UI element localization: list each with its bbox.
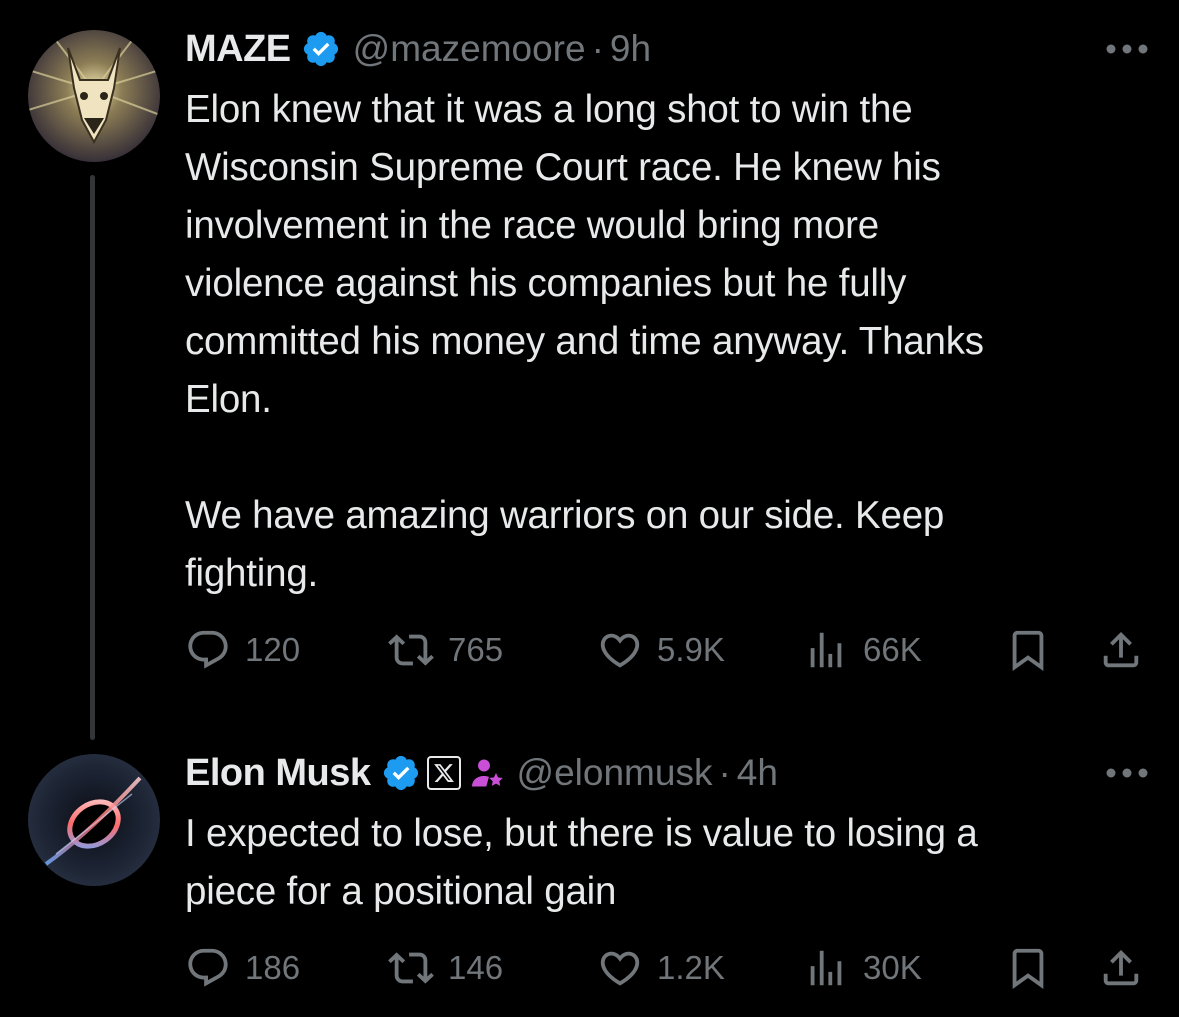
reply-icon bbox=[185, 945, 231, 991]
like-count: 5.9K bbox=[657, 631, 725, 668]
handle[interactable]: @elonmusk bbox=[517, 752, 713, 794]
separator-dot: · bbox=[591, 28, 604, 69]
reply-count: 186 bbox=[245, 949, 301, 986]
views-count: 30K bbox=[863, 949, 922, 986]
like-button[interactable]: 1.2K bbox=[597, 943, 725, 993]
handle[interactable]: @mazemoore bbox=[353, 28, 586, 70]
like-icon bbox=[597, 945, 643, 991]
tweet-text: I expected to lose, but there is value t… bbox=[185, 812, 978, 913]
tweet-text: Elon knew that it was a long shot to win… bbox=[185, 88, 984, 595]
like-button[interactable]: 5.9K bbox=[597, 625, 725, 675]
more-icon[interactable] bbox=[1105, 766, 1149, 778]
tweet-mazemoore[interactable]: MAZE @mazemoore · 9h Elon knew that it w… bbox=[0, 0, 1179, 740]
like-count: 1.2K bbox=[657, 949, 725, 986]
tweet-header: Elon Musk @elonmusk · 4h bbox=[185, 745, 778, 801]
bookmark-icon bbox=[1005, 627, 1051, 673]
retweet-count: 146 bbox=[448, 949, 504, 986]
avatar[interactable] bbox=[28, 754, 160, 886]
display-name[interactable]: Elon Musk bbox=[185, 752, 371, 795]
share-icon bbox=[1098, 945, 1144, 991]
black-hole-avatar-image bbox=[28, 754, 160, 886]
views-icon bbox=[803, 627, 849, 673]
government-person-icon[interactable] bbox=[469, 755, 505, 791]
share-icon bbox=[1098, 627, 1144, 673]
like-icon bbox=[597, 627, 643, 673]
action-bar: 186 146 1.2K 30K bbox=[185, 943, 1150, 993]
timestamp[interactable]: 4h bbox=[737, 752, 778, 794]
views-button[interactable]: 66K bbox=[803, 625, 922, 675]
share-button[interactable] bbox=[1098, 943, 1144, 993]
bookmark-icon bbox=[1005, 945, 1051, 991]
timestamp[interactable]: 9h bbox=[610, 28, 651, 70]
retweet-button[interactable]: 146 bbox=[388, 943, 503, 993]
bookmark-button[interactable] bbox=[1005, 625, 1051, 675]
retweet-count: 765 bbox=[448, 631, 504, 668]
separator-dot: · bbox=[718, 752, 731, 793]
doberman-avatar-image bbox=[28, 30, 160, 162]
tweet-elonmusk[interactable]: Elon Musk @elonmusk · 4h I expected to l… bbox=[0, 740, 1179, 1017]
more-icon[interactable] bbox=[1105, 42, 1149, 54]
display-name[interactable]: MAZE bbox=[185, 28, 291, 71]
avatar[interactable] bbox=[28, 30, 160, 162]
reply-button[interactable]: 186 bbox=[185, 943, 300, 993]
verified-badge-icon[interactable] bbox=[381, 753, 421, 793]
action-bar: 120 765 5.9K 66K bbox=[185, 625, 1150, 675]
retweet-icon bbox=[388, 627, 434, 673]
views-count: 66K bbox=[863, 631, 922, 668]
views-icon bbox=[803, 945, 849, 991]
x-affiliate-badge[interactable] bbox=[426, 756, 461, 790]
reply-count: 120 bbox=[245, 631, 301, 668]
share-button[interactable] bbox=[1098, 625, 1144, 675]
tweet-header: MAZE @mazemoore · 9h bbox=[185, 21, 651, 77]
retweet-icon bbox=[388, 945, 434, 991]
verified-badge-icon[interactable] bbox=[301, 29, 341, 69]
views-button[interactable]: 30K bbox=[803, 943, 922, 993]
reply-button[interactable]: 120 bbox=[185, 625, 300, 675]
bookmark-button[interactable] bbox=[1005, 943, 1051, 993]
retweet-button[interactable]: 765 bbox=[388, 625, 503, 675]
reply-icon bbox=[185, 627, 231, 673]
